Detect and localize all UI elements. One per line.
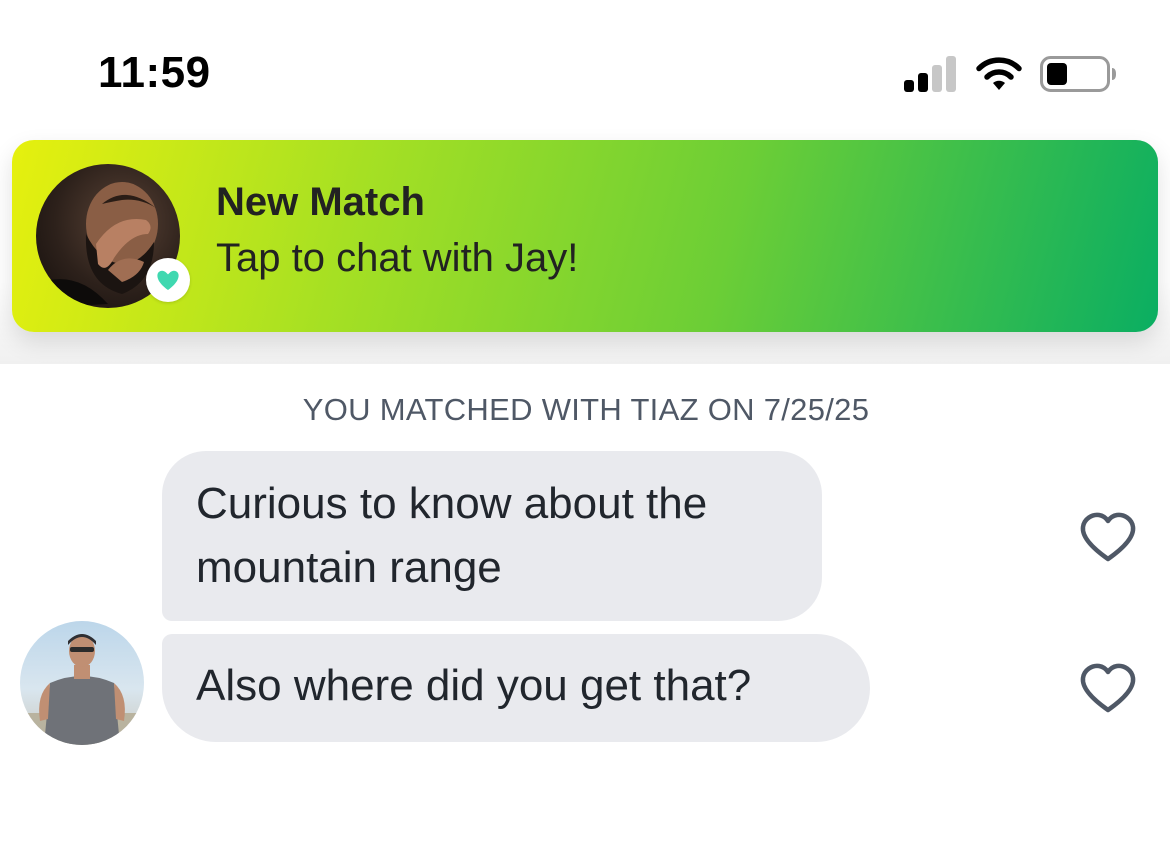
- message-bubble[interactable]: Curious to know about the mountain range: [162, 451, 822, 621]
- heart-icon: [157, 270, 179, 290]
- notification-title: New Match: [216, 180, 425, 224]
- sender-avatar[interactable]: [20, 621, 144, 745]
- signal-icon: [904, 56, 960, 92]
- heart-badge: [146, 258, 190, 302]
- message-bubble[interactable]: Also where did you get that?: [162, 634, 870, 742]
- heart-outline-icon[interactable]: [1078, 661, 1138, 715]
- battery-icon: [1040, 56, 1116, 92]
- wifi-icon: [976, 57, 1022, 90]
- new-match-notification[interactable]: New Match Tap to chat with Jay!: [12, 140, 1158, 332]
- chat-screen: 11:59 New Match Tap to chat with Jay! YO…: [0, 0, 1170, 857]
- status-time: 11:59: [98, 48, 211, 97]
- notification-subtitle: Tap to chat with Jay!: [216, 236, 579, 280]
- heart-outline-icon[interactable]: [1078, 510, 1138, 564]
- match-date-caption: YOU MATCHED WITH TIAZ ON 7/25/25: [302, 392, 870, 427]
- status-icons: [904, 56, 1120, 92]
